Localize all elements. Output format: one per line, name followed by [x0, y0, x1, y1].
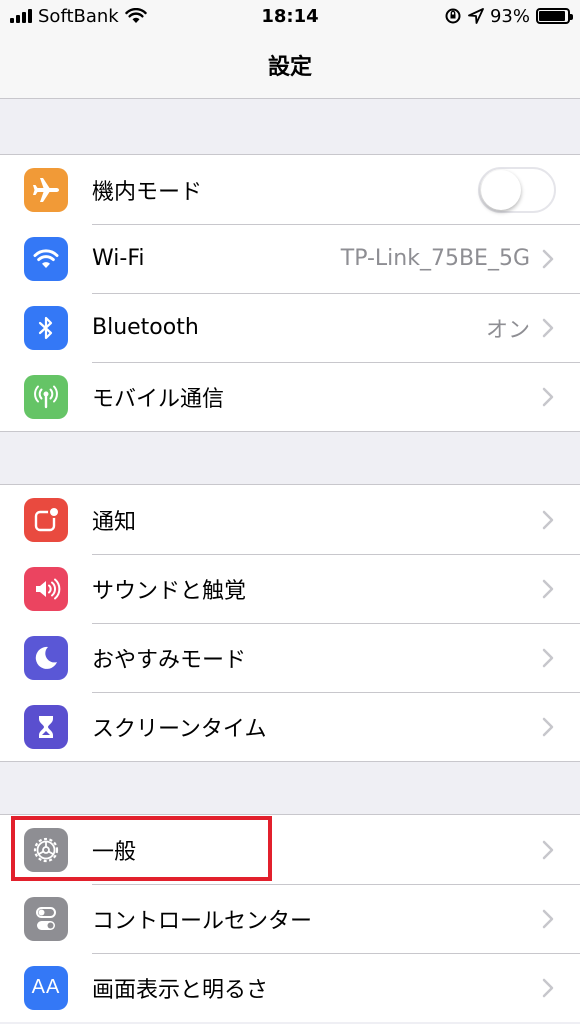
row-label: 一般	[92, 839, 137, 865]
row-label: Wi-Fi	[92, 246, 145, 271]
row-label: 画面表示と明るさ	[92, 977, 269, 1003]
text-size-icon: AA	[24, 965, 68, 1010]
settings-row-display-brightness[interactable]: AA 画面表示と明るさ	[0, 953, 580, 1022]
row-label: コントロールセンター	[92, 908, 313, 934]
settings-group-connectivity: 機内モード Wi-Fi TP-Link_75BE_5G Bluetooth オン	[0, 154, 580, 432]
chevron-right-icon	[542, 909, 554, 928]
settings-row-control-center[interactable]: コントロールセンター	[0, 884, 580, 953]
row-value: TP-Link_75BE_5G	[340, 246, 530, 271]
settings-row-airplane-mode[interactable]: 機内モード	[0, 155, 580, 224]
chevron-right-icon	[542, 648, 554, 667]
settings-row-cellular[interactable]: モバイル通信	[0, 362, 580, 431]
page-title: 設定	[267, 55, 312, 80]
hourglass-icon	[24, 704, 68, 749]
chevron-right-icon	[542, 387, 554, 406]
airplane-icon	[24, 167, 68, 212]
status-bar: SoftBank 18:14 93%	[0, 0, 580, 32]
navigation-bar: 設定	[0, 32, 580, 99]
chevron-right-icon	[542, 978, 554, 997]
chevron-right-icon	[542, 318, 554, 337]
antenna-icon	[24, 374, 68, 419]
wifi-status-icon	[125, 8, 147, 23]
bluetooth-icon	[24, 305, 68, 350]
chevron-right-icon	[542, 579, 554, 598]
speaker-icon	[24, 566, 68, 611]
settings-group-general: 一般 コントロールセンター AA 画面表示と明るさ	[0, 814, 580, 1022]
wifi-icon	[24, 236, 68, 281]
notification-icon	[24, 497, 68, 542]
row-label: スクリーンタイム	[92, 716, 267, 742]
airplane-mode-toggle[interactable]	[478, 166, 556, 213]
row-label: モバイル通信	[92, 386, 225, 412]
battery-icon	[536, 8, 573, 24]
battery-percent: 93%	[489, 5, 530, 27]
row-label: 通知	[92, 509, 137, 535]
gear-icon	[24, 827, 68, 872]
carrier-name: SoftBank	[38, 5, 119, 27]
location-icon	[468, 8, 484, 24]
settings-row-sounds[interactable]: サウンドと触覚	[0, 554, 580, 623]
chevron-right-icon	[542, 840, 554, 859]
chevron-right-icon	[542, 717, 554, 736]
row-label: おやすみモード	[92, 647, 247, 673]
settings-row-wifi[interactable]: Wi-Fi TP-Link_75BE_5G	[0, 224, 580, 293]
row-value: オン	[485, 317, 530, 343]
row-label: サウンドと触覚	[92, 578, 247, 604]
row-label: 機内モード	[92, 179, 203, 205]
settings-row-do-not-disturb[interactable]: おやすみモード	[0, 623, 580, 692]
signal-strength-icon	[10, 9, 32, 23]
settings-row-screen-time[interactable]: スクリーンタイム	[0, 692, 580, 761]
settings-row-general[interactable]: 一般	[0, 815, 580, 884]
chevron-right-icon	[542, 510, 554, 529]
settings-group-notifications: 通知 サウンドと触覚 おやすみモード スクリーンタイム	[0, 484, 580, 762]
settings-row-notifications[interactable]: 通知	[0, 485, 580, 554]
orientation-lock-icon	[445, 8, 461, 24]
row-label: Bluetooth	[92, 315, 199, 340]
settings-row-bluetooth[interactable]: Bluetooth オン	[0, 293, 580, 362]
switches-icon	[24, 896, 68, 941]
moon-icon	[24, 635, 68, 680]
chevron-right-icon	[542, 249, 554, 268]
